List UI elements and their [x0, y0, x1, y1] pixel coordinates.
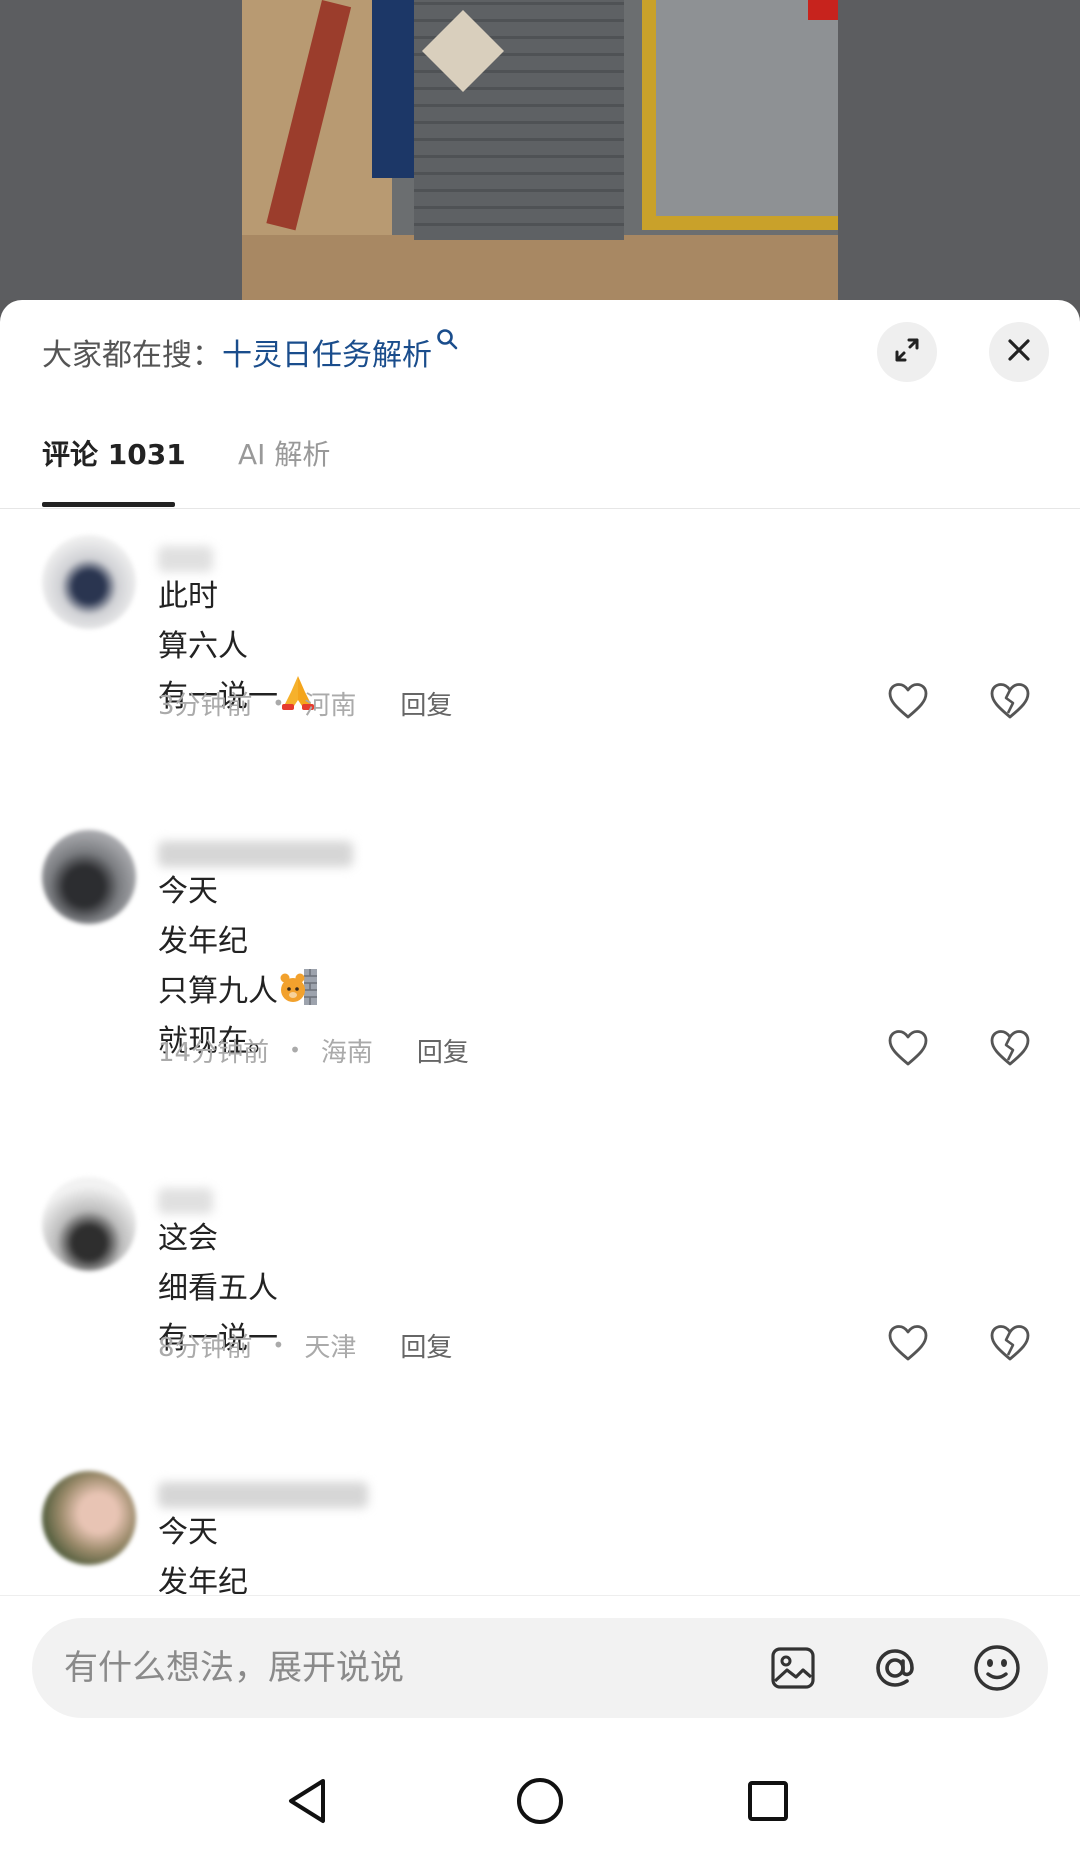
bear-peeking-wall-emoji-icon [278, 967, 318, 1007]
back-icon[interactable] [278, 1771, 338, 1831]
comment-tabs: 评论 1031 AI 解析 [0, 430, 1080, 509]
trending-search-term[interactable]: 十灵日任务解析 [222, 330, 432, 374]
comment-line: 这会 [158, 1221, 218, 1256]
heart-icon [887, 1324, 929, 1366]
trending-search-prefix: 大家都在搜： [42, 338, 222, 373]
image-icon[interactable] [768, 1643, 818, 1693]
avatar[interactable] [42, 830, 136, 924]
home-icon[interactable] [510, 1771, 570, 1831]
expand-button[interactable] [877, 322, 937, 382]
comment-text: 今天 发年纪 [158, 1508, 248, 1594]
like-button[interactable] [884, 681, 932, 725]
dislike-button[interactable] [986, 1323, 1034, 1367]
comment-input-area: 有什么想法，展开说说 [0, 1595, 1080, 1856]
comment-location: 河南 [304, 690, 357, 721]
trending-search[interactable]: 大家都在搜： 十灵日任务解析 [42, 329, 458, 374]
comment-location: 海南 [320, 1037, 373, 1068]
comment-line: 只算九人 [158, 974, 278, 1009]
meta-separator: • [272, 1333, 285, 1357]
comment-time: 8分钟前 [158, 1332, 253, 1363]
comment-time: 14分钟前 [158, 1037, 270, 1068]
comment-line: 发年纪 [158, 924, 248, 959]
reply-button[interactable]: 回复 [400, 1327, 452, 1364]
comment-line: 此时 [158, 579, 218, 614]
system-nav-bar [0, 1761, 1080, 1856]
video-frame [242, 0, 838, 300]
video-preview[interactable] [0, 0, 1080, 300]
heart-icon [887, 1029, 929, 1071]
comment-item: 此时 算六人 有一说一 3分钟前 • 河南 回复 [0, 510, 1080, 805]
comment-line: 细看五人 [158, 1271, 278, 1306]
comment-item: 今天 发年纪 [0, 1446, 1080, 1594]
search-icon [436, 328, 458, 356]
username-blurred[interactable] [158, 1482, 368, 1508]
comment-input-placeholder: 有什么想法，展开说说 [64, 1648, 404, 1688]
avatar[interactable] [42, 1471, 136, 1565]
like-button[interactable] [884, 1028, 932, 1072]
comment-location: 天津 [304, 1332, 357, 1363]
comment-line: 今天 [158, 1515, 218, 1550]
comment-line: 今天 [158, 874, 218, 909]
at-icon[interactable] [870, 1643, 920, 1693]
reply-button[interactable]: 回复 [417, 1032, 469, 1069]
meta-separator: • [272, 691, 285, 715]
comment-line: 算六人 [158, 629, 248, 664]
comment-meta: 14分钟前 • 海南 回复 [158, 1030, 469, 1070]
recent-apps-icon[interactable] [738, 1771, 798, 1831]
comment-input[interactable]: 有什么想法，展开说说 [32, 1618, 1048, 1718]
reply-button[interactable]: 回复 [400, 685, 452, 722]
avatar[interactable] [42, 535, 136, 629]
dislike-button[interactable] [986, 681, 1034, 725]
username-blurred[interactable] [158, 1188, 213, 1214]
like-button[interactable] [884, 1323, 932, 1367]
emoji-icon[interactable] [972, 1643, 1022, 1693]
close-button[interactable] [989, 322, 1049, 382]
username-blurred[interactable] [158, 841, 353, 867]
comment-line: 发年纪 [158, 1565, 248, 1594]
comment-item: 今天 发年纪 只算九人 就现在。 14分钟前 • 海南 回复 [0, 805, 1080, 1152]
broken-heart-icon [989, 1324, 1031, 1366]
comment-time: 3分钟前 [158, 690, 253, 721]
tab-ai-analysis[interactable]: AI 解析 [238, 430, 330, 508]
active-tab-indicator [42, 502, 175, 507]
meta-separator: • [289, 1038, 301, 1062]
close-icon [1005, 336, 1033, 368]
tab-comments[interactable]: 评论 1031 [42, 430, 186, 508]
expand-icon [892, 335, 922, 369]
heart-icon [887, 682, 929, 724]
comment-meta: 8分钟前 • 天津 回复 [158, 1325, 452, 1365]
username-blurred[interactable] [158, 546, 213, 572]
comment-meta: 3分钟前 • 河南 回复 [158, 683, 452, 723]
dislike-button[interactable] [986, 1028, 1034, 1072]
comments-sheet: 大家都在搜： 十灵日任务解析 评论 1031 AI 解析 此时 算六人 有一说一 [0, 300, 1080, 1856]
comment-item: 这会 细看五人 有一说一 8分钟前 • 天津 回复 [0, 1152, 1080, 1446]
avatar[interactable] [42, 1177, 136, 1271]
broken-heart-icon [989, 682, 1031, 724]
broken-heart-icon [989, 1029, 1031, 1071]
comment-list[interactable]: 此时 算六人 有一说一 3分钟前 • 河南 回复 今天 发年纪 只算九人 就现在… [0, 510, 1080, 1594]
